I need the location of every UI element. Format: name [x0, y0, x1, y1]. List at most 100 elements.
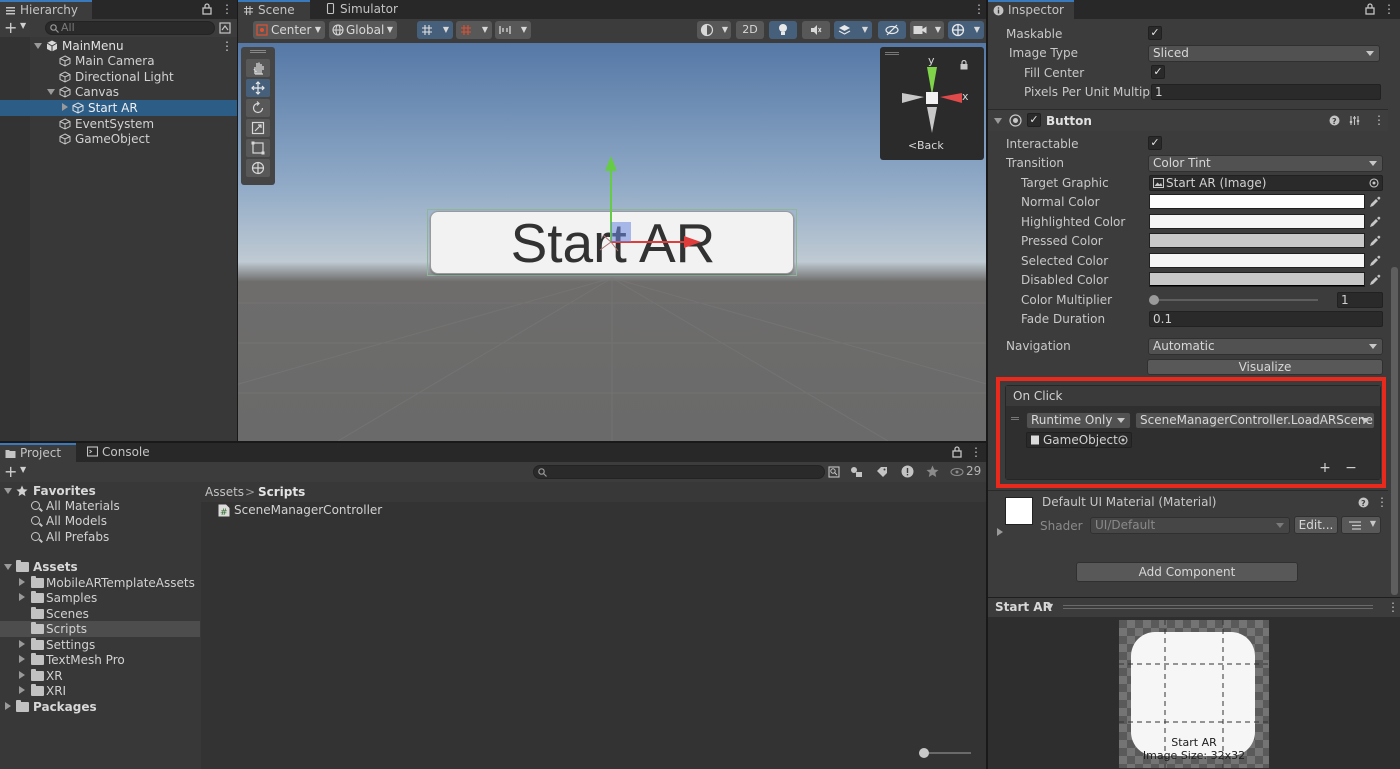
color-multiplier-slider[interactable] [1149, 295, 1318, 305]
zoom-slider[interactable] [919, 748, 971, 758]
orientation-gizmo[interactable]: y x < Back [880, 47, 984, 160]
transform-tool[interactable] [246, 159, 270, 177]
help-icon[interactable]: ? [1358, 497, 1369, 508]
lock-icon[interactable] [952, 446, 962, 458]
move-gizmo[interactable] [598, 151, 708, 263]
label-tag-icon[interactable] [876, 466, 888, 478]
shader-edit-button[interactable]: Edit... [1294, 516, 1338, 534]
more-menu-icon[interactable]: ⋮ [1383, 2, 1395, 16]
tab-scene[interactable]: Scene [238, 0, 310, 19]
expand-arrow-icon[interactable] [47, 89, 55, 95]
expand-arrow-icon[interactable] [34, 43, 42, 49]
collapse-arrow-icon[interactable] [62, 103, 68, 111]
disabled-color-swatch[interactable] [1149, 272, 1365, 287]
normal-color-swatch[interactable] [1149, 194, 1365, 209]
scene-filter-icon[interactable] [219, 22, 231, 34]
transition-dropdown[interactable]: Color Tint [1148, 155, 1383, 172]
audio-toggle[interactable] [802, 21, 830, 39]
pressed-color-swatch[interactable] [1149, 233, 1365, 248]
eyedropper-icon[interactable] [1369, 274, 1381, 286]
more-menu-icon[interactable]: ⋮ [221, 2, 233, 16]
zoom-slider-thumb[interactable] [919, 748, 929, 758]
eyedropper-icon[interactable] [1369, 255, 1381, 267]
favorite-all-materials[interactable]: All Materials [0, 498, 200, 514]
collapse-arrow-icon[interactable] [19, 655, 25, 663]
warning-icon[interactable] [901, 465, 914, 478]
maskable-checkbox[interactable]: ✓ [1148, 26, 1162, 40]
gizmos-dropdown[interactable]: ▼ [948, 21, 984, 39]
packages-header[interactable]: Packages [0, 699, 200, 715]
preview-drag-bar[interactable] [1063, 605, 1373, 609]
hand-tool[interactable] [246, 59, 270, 77]
hierarchy-item-start-ar[interactable]: Start AR [0, 100, 237, 116]
star-icon[interactable] [926, 465, 939, 478]
more-menu-icon[interactable]: ⋮ [973, 2, 985, 16]
add-icon[interactable]: + [4, 462, 17, 481]
visibility-toggle[interactable] [878, 21, 906, 39]
folder-xri[interactable]: XRI [0, 683, 200, 699]
shader-options-dropdown[interactable]: ▼ [1341, 516, 1381, 534]
effects-dropdown[interactable]: ▼ [834, 21, 872, 39]
fade-duration-input[interactable]: 0.1 [1149, 311, 1383, 327]
target-object-field[interactable]: GameObject [1026, 432, 1132, 448]
interactable-checkbox[interactable]: ✓ [1148, 136, 1162, 150]
collapse-arrow-icon[interactable] [19, 640, 25, 648]
folder-settings[interactable]: Settings [0, 637, 200, 653]
shader-dropdown[interactable]: UI/Default [1090, 517, 1290, 534]
preview-menu-icon[interactable]: ⋮ [1387, 600, 1399, 614]
eyedropper-icon[interactable] [1369, 196, 1381, 208]
hierarchy-item-directional-light[interactable]: Directional Light [0, 69, 237, 85]
ppu-input[interactable]: 1 [1151, 84, 1381, 100]
rotate-tool[interactable] [246, 99, 270, 117]
favorite-all-models[interactable]: All Models [0, 513, 200, 529]
preset-sliders-icon[interactable] [1349, 115, 1360, 126]
expand-arrow-icon[interactable] [4, 488, 12, 494]
add-listener-button[interactable]: + [1313, 459, 1337, 477]
preview-title[interactable]: Start AR [995, 600, 1052, 614]
more-menu-icon[interactable]: ⋮ [970, 445, 982, 459]
hierarchy-item-canvas[interactable]: Canvas [0, 84, 237, 100]
filter-type-icon[interactable] [850, 466, 863, 478]
target-graphic-field[interactable]: Start AR (Image) [1149, 175, 1383, 191]
highlighted-color-swatch[interactable] [1149, 214, 1365, 229]
assets-header[interactable]: Assets [0, 559, 200, 575]
collapse-arrow-icon[interactable] [5, 702, 11, 710]
chevron-down-icon[interactable]: ▼ [20, 465, 26, 474]
favorite-all-prefabs[interactable]: All Prefabs [0, 529, 200, 545]
tab-project[interactable]: Project [0, 443, 76, 462]
folder-mobilear[interactable]: MobileARTemplateAssets [0, 575, 200, 591]
grid-snap-toggle[interactable]: ▼ [417, 21, 453, 39]
scene-menu-icon[interactable]: ⋮ [221, 38, 233, 54]
lock-icon[interactable] [1365, 3, 1375, 15]
favorites-header[interactable]: Favorites [0, 483, 200, 499]
button-component-header[interactable]: ✓ Button ? ⋮ [988, 109, 1388, 131]
help-icon[interactable]: ? [1329, 115, 1340, 126]
selected-color-swatch[interactable] [1149, 253, 1365, 268]
space-dropdown[interactable]: Global ▼ [329, 21, 397, 39]
inspector-scrollbar[interactable] [1389, 19, 1400, 597]
folder-scripts[interactable]: Scripts [0, 621, 200, 637]
align-toggle[interactable]: ▼ [495, 21, 531, 39]
color-multiplier-thumb[interactable] [1149, 295, 1159, 305]
button-enabled-checkbox[interactable]: ✓ [1027, 113, 1041, 127]
visualize-button[interactable]: Visualize [1147, 359, 1383, 375]
gizmo-back-label[interactable]: Back [917, 139, 944, 152]
hierarchy-item-eventsystem[interactable]: EventSystem [0, 116, 237, 132]
material-thumbnail[interactable] [1005, 497, 1033, 525]
rect-tool[interactable] [246, 139, 270, 157]
expand-arrow-icon[interactable] [4, 564, 12, 570]
pivot-dropdown[interactable]: Center ▼ [253, 21, 325, 39]
chevron-down-icon[interactable]: ▼ [20, 21, 26, 30]
color-multiplier-input[interactable]: 1 [1337, 292, 1383, 308]
move-tool[interactable] [246, 79, 270, 97]
image-type-dropdown[interactable]: Sliced [1148, 45, 1380, 62]
function-dropdown[interactable]: SceneManagerController.LoadARScene [1135, 412, 1375, 429]
hierarchy-scene-row[interactable]: MainMenu ⋮ [0, 38, 237, 54]
scene-viewport[interactable]: Start AR y x < Back [238, 43, 986, 441]
camera-dropdown[interactable]: ▼ [910, 21, 944, 39]
remove-listener-button[interactable]: − [1339, 459, 1363, 477]
runtime-dropdown[interactable]: Runtime Only [1026, 412, 1131, 429]
hierarchy-item-main-camera[interactable]: Main Camera [0, 53, 237, 69]
project-search-input[interactable] [533, 465, 825, 479]
increment-snap-toggle[interactable]: ▼ [456, 21, 492, 39]
